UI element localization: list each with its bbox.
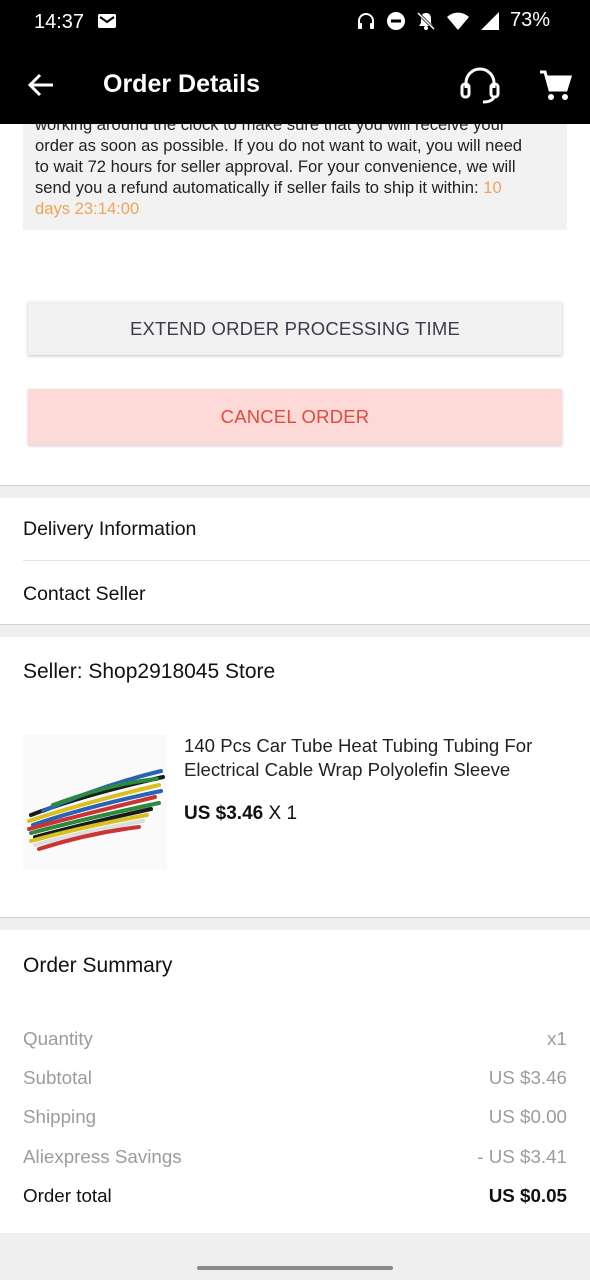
dnd-icon xyxy=(386,11,405,30)
section-divider xyxy=(0,624,590,637)
app-bar: Order Details xyxy=(0,46,590,124)
notice-text: working around the clock to make sure th… xyxy=(35,124,559,219)
bottom-gap xyxy=(0,1233,590,1280)
contact-seller-row[interactable]: Contact Seller xyxy=(0,561,590,624)
notice-line: to wait 72 hours for seller approval. Fo… xyxy=(35,157,516,176)
summary-label: Shipping xyxy=(23,1106,97,1127)
bell-off-icon xyxy=(416,11,436,30)
countdown-time: days 23:14:00 xyxy=(35,199,140,218)
order-total-label: Order total xyxy=(23,1185,112,1206)
delivery-information-row[interactable]: Delivery Information xyxy=(0,498,590,560)
product-quantity: X 1 xyxy=(268,803,298,824)
extend-processing-time-button[interactable]: EXTEND ORDER PROCESSING TIME xyxy=(28,302,562,355)
summary-value: US $3.46 xyxy=(488,1067,567,1088)
headset-support-icon[interactable] xyxy=(459,66,501,104)
status-time: 14:37 xyxy=(34,11,85,33)
notice-line: order as soon as possible. If you do not… xyxy=(35,136,523,155)
product-image[interactable] xyxy=(23,735,167,869)
order-total-value: US $0.05 xyxy=(488,1185,567,1206)
notice-line: working around the clock to make sure th… xyxy=(35,124,506,134)
order-summary-title: Order Summary xyxy=(23,954,173,977)
mail-icon xyxy=(98,14,116,28)
summary-value: - US $3.41 xyxy=(477,1146,567,1167)
product-price: US $3.46 xyxy=(184,803,264,824)
summary-value: x1 xyxy=(547,1028,567,1049)
product-price-line: US $3.46 X 1 xyxy=(184,803,297,825)
summary-value: US $0.00 xyxy=(488,1106,567,1127)
status-bar: 14:37 73% xyxy=(0,0,590,46)
home-indicator[interactable] xyxy=(197,1266,393,1270)
battery-level: 73% xyxy=(509,9,550,31)
wifi-icon xyxy=(446,12,469,30)
seller-name[interactable]: Seller: Shop2918045 Store xyxy=(23,660,275,684)
delivery-information-label: Delivery Information xyxy=(23,518,197,540)
signal-icon xyxy=(480,11,499,30)
status-icons: 73% xyxy=(356,9,550,32)
cart-icon[interactable] xyxy=(538,68,572,102)
summary-label: Subtotal xyxy=(23,1067,92,1088)
section-divider xyxy=(0,917,590,930)
summary-label: Aliexpress Savings xyxy=(23,1146,182,1167)
cancel-order-button[interactable]: CANCEL ORDER xyxy=(28,389,562,445)
page-title: Order Details xyxy=(103,70,261,98)
contact-seller-label: Contact Seller xyxy=(23,583,146,605)
processing-notice: working around the clock to make sure th… xyxy=(23,124,567,230)
headphones-icon xyxy=(357,12,374,29)
back-arrow-icon[interactable] xyxy=(26,70,56,100)
section-divider xyxy=(0,485,590,498)
notice-line: send you a refund automatically if selle… xyxy=(35,178,484,197)
summary-label: Quantity xyxy=(23,1028,93,1049)
product-title[interactable]: 140 Pcs Car Tube Heat Tubing Tubing For … xyxy=(184,734,574,782)
countdown-days: 10 xyxy=(483,178,502,197)
